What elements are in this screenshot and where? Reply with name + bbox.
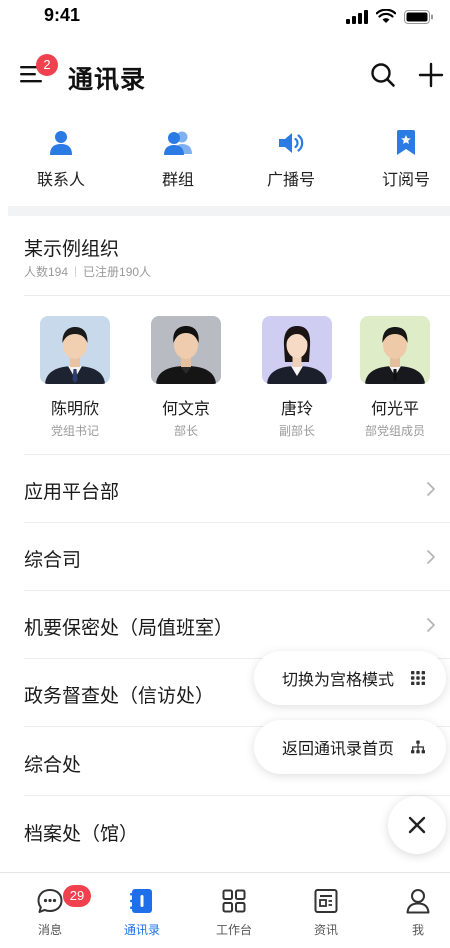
avatar-female-icon [267,326,327,384]
leader-card[interactable]: 何光平 部党组成员 [355,316,435,439]
grid-icon [222,889,246,913]
status-icons [346,9,434,24]
contacts-book-icon [130,889,152,913]
messages-badge: 29 [63,885,91,907]
leader-role: 部党组成员 [364,424,425,438]
leader-name: 何文京 [161,401,210,418]
quick-link-label: 广播号 [266,172,315,189]
grid-mode-button[interactable]: 切换为宫格模式 [254,651,446,705]
page-title: 通讯录 [68,66,147,94]
avatar-male-icon [156,326,216,384]
status-bar: 9:41 [0,0,450,34]
message-icon [37,889,63,913]
tab-label: 资讯 [313,923,338,937]
quick-link-contacts[interactable]: 联系人 [16,130,106,190]
close-icon [408,816,426,834]
speaker-icon [279,133,304,153]
tab-me[interactable]: 我 [373,873,450,948]
close-floating-menu-button[interactable] [388,796,446,854]
back-home-button[interactable]: 返回通讯录首页 [254,720,446,774]
avatar-male-icon [365,327,425,384]
leader-card[interactable]: 何文京 部长 [146,316,226,439]
tab-news[interactable]: 资讯 [281,873,371,948]
wifi-icon [376,9,396,23]
leader-photo [262,316,332,384]
org-stats: 人数194 已注册190人 [24,263,151,280]
tab-contacts[interactable]: 通讯录 [97,873,187,948]
status-time: 9:41 [44,5,81,25]
add-button[interactable] [418,62,446,90]
leader-name: 陈明欣 [50,401,99,418]
search-icon [371,63,395,87]
section-divider [8,206,450,216]
department-name: 综合处 [24,755,82,776]
department-name: 政务督查处（信访处） [24,686,215,707]
department-row[interactable]: 综合司 [0,523,450,591]
search-button[interactable] [370,62,398,90]
tab-workbench[interactable]: 工作台 [189,873,279,948]
signal-icon [346,9,368,24]
quick-links: 联系人 群组 广播号 订阅号 [0,130,450,190]
quick-link-broadcast[interactable]: 广播号 [246,130,336,190]
chevron-right-icon [427,482,435,496]
quick-link-label: 订阅号 [381,172,430,189]
battery-icon [404,9,433,24]
leader-photo [40,316,110,384]
dots-grid-icon [411,671,425,685]
quick-link-label: 联系人 [36,172,85,189]
department-row[interactable]: 档案处（馆） [0,797,450,865]
leader-photo [360,316,430,384]
chevron-right-icon [427,550,435,564]
grid-mode-label: 切换为宫格模式 [282,672,395,689]
leader-photo [151,316,221,384]
plus-icon [418,62,444,88]
tab-label: 消息 [37,923,62,937]
org-registered: 已注册190人 [83,265,152,279]
group-icon [164,131,192,155]
chevron-right-icon [427,618,435,632]
header: 2 通讯录 [0,48,450,104]
tab-label: 通讯录 [123,923,160,937]
profile-icon [406,889,430,914]
department-name: 机要保密处（局值班室） [24,618,234,639]
back-home-label: 返回通讯录首页 [282,741,395,758]
stats-separator [75,266,77,277]
avatar-male-icon [45,327,105,384]
department-row[interactable]: 机要保密处（局值班室） [0,591,450,659]
divider [24,295,450,296]
bookmark-icon [397,130,415,155]
leader-card[interactable]: 唐玲 副部长 [257,316,337,439]
org-member-count: 人数194 [24,265,69,279]
leader-card[interactable]: 陈明欣 党组书记 [35,316,115,439]
quick-link-groups[interactable]: 群组 [133,130,223,190]
quick-link-label: 群组 [161,172,194,189]
person-icon [50,131,72,155]
department-name: 应用平台部 [24,482,120,503]
tab-label: 我 [411,923,424,937]
leader-role: 部长 [173,424,198,438]
quick-link-subscriptions[interactable]: 订阅号 [361,130,450,190]
menu-badge: 2 [36,54,58,76]
org-name[interactable]: 某示例组织 [24,234,119,261]
news-icon [314,889,338,913]
tab-bar: 29 消息 通讯录 工作台 资讯 我 [0,872,450,948]
department-name: 综合司 [24,550,82,571]
department-row[interactable]: 应用平台部 [0,455,450,523]
leader-name: 何光平 [370,401,419,418]
leader-role: 副部长 [278,424,315,438]
row-divider [24,795,450,796]
tab-messages[interactable]: 29 消息 [5,873,95,948]
leader-name: 唐玲 [280,401,313,418]
department-name: 档案处（馆） [24,824,139,845]
leader-role: 党组书记 [50,424,99,438]
tab-label: 工作台 [215,923,252,937]
org-chart-icon [411,740,425,754]
